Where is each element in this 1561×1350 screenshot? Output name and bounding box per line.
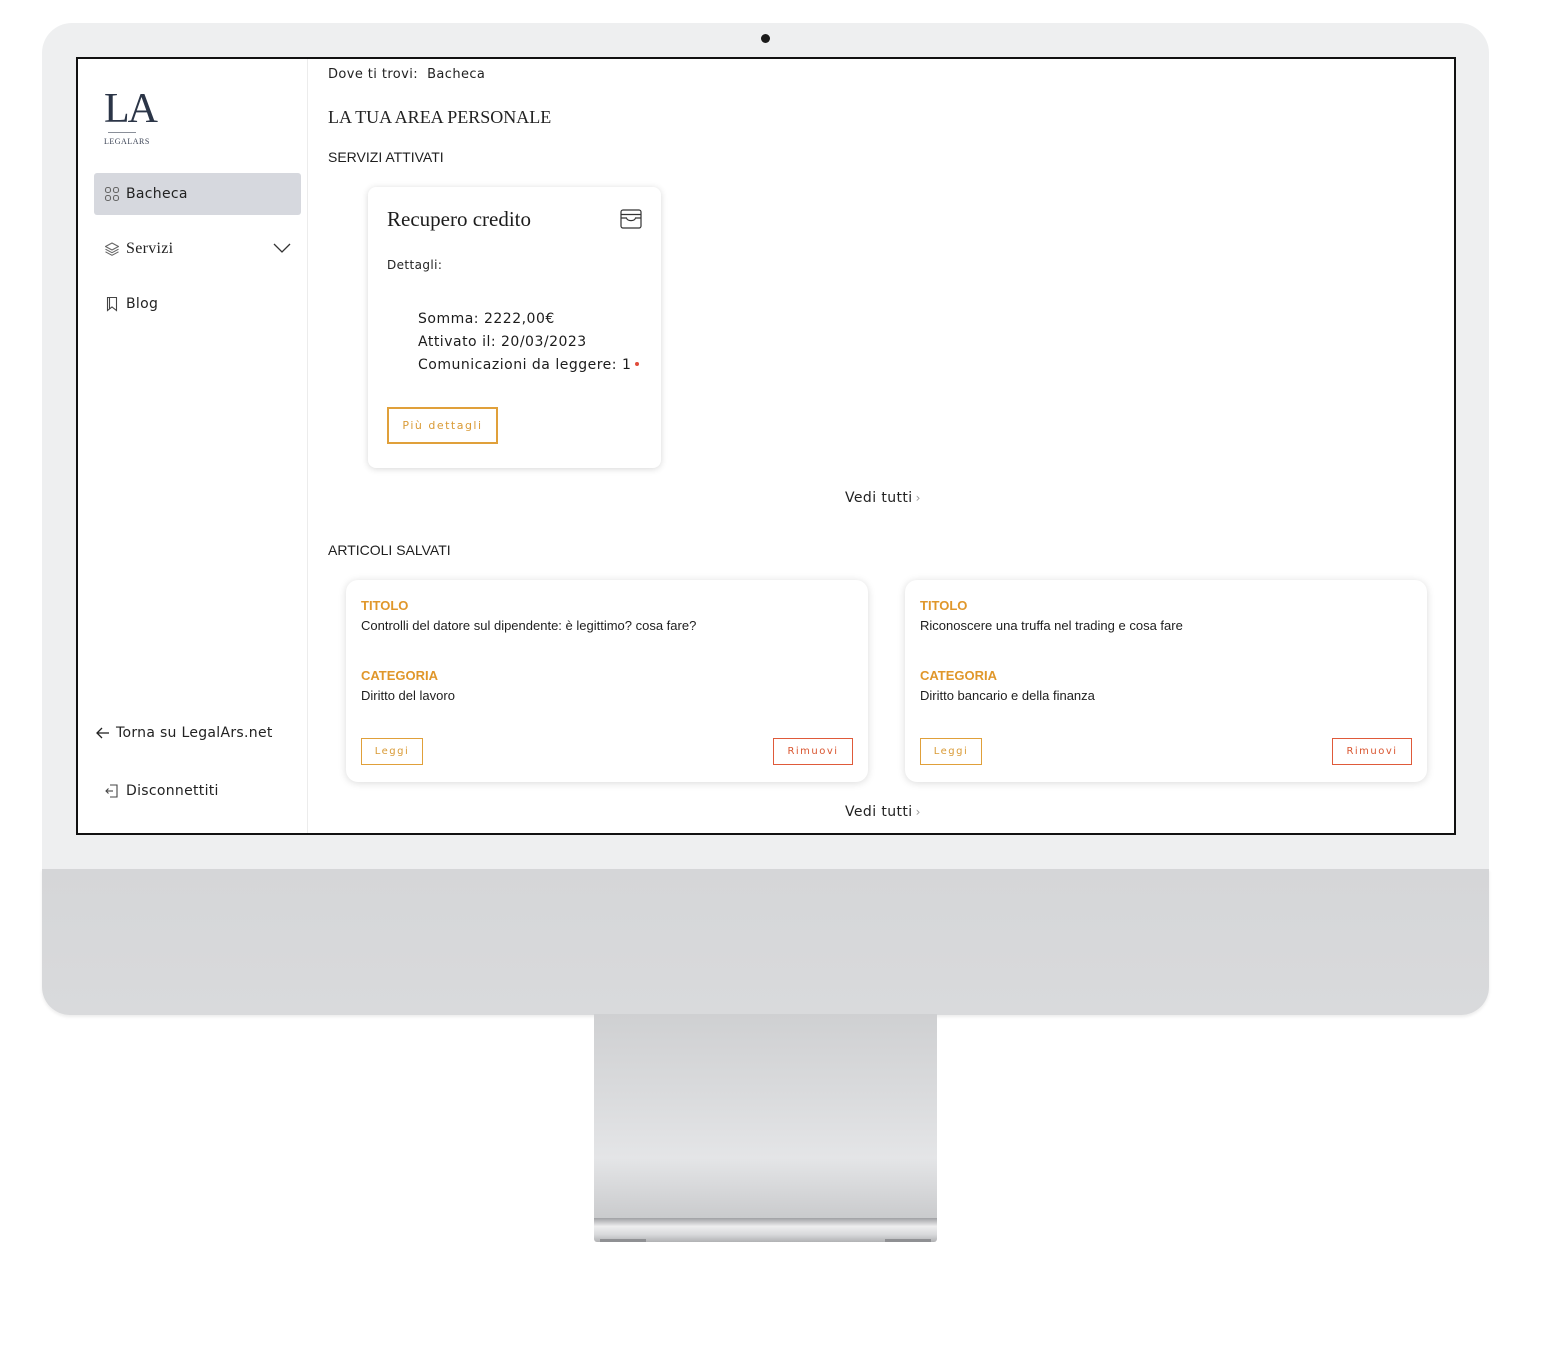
articles-see-all-link[interactable]: Vedi tutti › [845,804,921,820]
article-category: Diritto del lavoro [361,688,455,703]
logout-label: Disconnettiti [126,783,219,799]
service-unread-row: Comunicazioni da leggere: 1 [418,354,640,377]
sidebar: LA LEGALARS Bacheca Servizi Blog Torna s… [78,59,308,833]
breadcrumb-prefix: Dove ti trovi: [328,67,419,82]
article-title: Riconoscere una truffa nel trading e cos… [920,618,1183,633]
breadcrumb-current: Bacheca [427,67,486,82]
layers-icon [104,241,120,257]
article-card: TITOLO Riconoscere una truffa nel tradin… [905,580,1427,782]
article-category-label: CATEGORIA [920,668,998,683]
service-details-label: Dettagli: [387,258,443,272]
chevron-down-icon[interactable] [273,241,291,258]
grid-icon [104,186,120,202]
services-section-title: SERVIZI ATTIVATI [328,149,444,165]
service-unread-count: Comunicazioni da leggere: 1 [418,357,632,373]
sidebar-item-servizi[interactable]: Servizi [94,228,301,270]
logo-divider [108,132,136,133]
unread-dot-icon [635,362,640,366]
breadcrumb: Dove ti trovi: Bacheca [328,67,485,82]
article-card: TITOLO Controlli del datore sul dipenden… [346,580,868,782]
service-title: Recupero credito [387,207,532,231]
read-article-button[interactable]: Leggi [920,738,982,765]
article-title: Controlli del datore sul dipendente: è l… [361,618,697,633]
see-all-label: Vedi tutti [845,804,913,820]
page-title: LA TUA AREA PERSONALE [328,107,552,127]
articles-section-title: ARTICOLI SALVATI [328,542,451,558]
logo-text: LEGALARS [104,137,150,146]
service-stats: Somma: 2222,00€ Attivato il: 20/03/2023 … [418,308,640,377]
logout-icon [104,783,120,799]
wallet-icon [620,209,642,234]
sidebar-item-label: Bacheca [126,186,188,202]
arrow-left-icon [96,727,110,739]
legalars-logo[interactable]: LA LEGALARS [104,86,164,146]
sidebar-item-label: Servizi [126,240,174,257]
article-title-label: TITOLO [361,598,409,613]
monitor-stand-foot [594,1218,937,1242]
app-screen: LA LEGALARS Bacheca Servizi Blog Torna s… [76,57,1456,835]
back-to-site-label: Torna su LegalArs.net [116,725,273,741]
logout-link[interactable]: Disconnettiti [104,783,219,799]
back-to-site-link[interactable]: Torna su LegalArs.net [96,725,273,741]
remove-article-button[interactable]: Rimuovi [1332,738,1412,765]
article-category-label: CATEGORIA [361,668,439,683]
chevron-right-icon: › [915,805,921,819]
service-amount: Somma: 2222,00€ [418,311,555,327]
sidebar-item-blog[interactable]: Blog [94,283,301,325]
more-details-button[interactable]: Più dettagli [387,407,498,444]
article-title-label: TITOLO [920,598,968,613]
see-all-label: Vedi tutti [845,490,913,506]
remove-article-button[interactable]: Rimuovi [773,738,853,765]
logo-mark: LA [104,86,158,132]
monitor-stand [594,1014,937,1220]
service-card: Recupero credito Dettagli: Somma: 2222,0… [368,187,661,468]
services-see-all-link[interactable]: Vedi tutti › [845,490,921,506]
read-article-button[interactable]: Leggi [361,738,423,765]
monitor-chin [42,869,1489,1015]
camera-dot [761,34,770,43]
bookmark-icon [104,296,120,312]
sidebar-item-label: Blog [126,296,159,312]
sidebar-item-bacheca[interactable]: Bacheca [94,173,301,215]
chevron-right-icon: › [915,491,921,505]
service-activated-date: Attivato il: 20/03/2023 [418,334,587,350]
main-content: Dove ti trovi: Bacheca LA TUA AREA PERSO… [328,59,1454,833]
article-category: Diritto bancario e della finanza [920,688,1095,703]
